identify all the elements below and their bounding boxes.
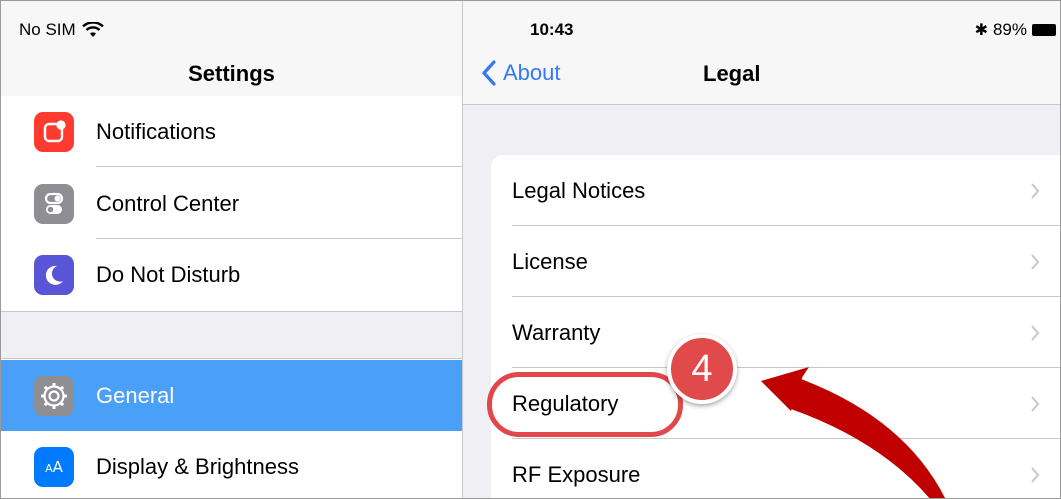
sidebar-item-display-brightness[interactable]: AA Display & Brightness bbox=[1, 431, 462, 498]
sidebar-item-label: Display & Brightness bbox=[96, 453, 299, 479]
gear-icon bbox=[34, 375, 74, 416]
legal-list: Legal Notices License Warranty Regulator… bbox=[491, 155, 1060, 498]
list-item-label: Legal Notices bbox=[512, 177, 646, 203]
chevron-right-icon bbox=[1031, 324, 1040, 341]
list-item-label: License bbox=[512, 248, 588, 274]
notifications-icon bbox=[34, 111, 74, 152]
status-time: 10:43 bbox=[530, 20, 574, 39]
row-divider bbox=[96, 166, 462, 167]
page-title: Legal bbox=[703, 61, 761, 86]
moon-icon bbox=[34, 254, 74, 295]
carrier-label: No SIM bbox=[19, 20, 76, 39]
wifi-icon bbox=[81, 22, 104, 37]
sidebar-item-label: General bbox=[96, 382, 175, 408]
sidebar-header: No SIM Settings bbox=[1, 1, 462, 105]
settings-sidebar: No SIM Settings Notifications Control Ce… bbox=[1, 1, 463, 498]
sidebar-item-label: Notifications bbox=[96, 118, 216, 144]
screenshot-frame: No SIM Settings Notifications Control Ce… bbox=[0, 0, 1061, 499]
detail-header: 10:43 ✱ 89% About Legal bbox=[463, 1, 1060, 105]
chevron-left-icon bbox=[482, 60, 496, 86]
sidebar-title: Settings bbox=[188, 61, 275, 86]
chevron-right-icon bbox=[1031, 253, 1040, 270]
display-icon: AA bbox=[34, 446, 74, 487]
regulatory-highlight-outline bbox=[487, 372, 683, 437]
chevron-right-icon bbox=[1031, 466, 1040, 483]
list-item-label: RF Exposure bbox=[512, 461, 641, 487]
battery-percent: 89% bbox=[992, 20, 1027, 39]
sidebar-item-general[interactable]: General bbox=[1, 360, 462, 431]
bluetooth-icon: ✱ bbox=[974, 22, 988, 39]
sidebar-item-control-center[interactable]: Control Center bbox=[1, 168, 462, 239]
sidebar-item-label: Do Not Disturb bbox=[96, 261, 241, 287]
sidebar-item-do-not-disturb[interactable]: Do Not Disturb bbox=[1, 239, 462, 310]
control-center-icon bbox=[34, 183, 74, 224]
back-button[interactable]: About bbox=[481, 60, 561, 86]
list-item-warranty[interactable]: Warranty bbox=[491, 297, 1060, 368]
chevron-right-icon bbox=[1031, 182, 1040, 199]
sidebar-item-notifications[interactable]: Notifications bbox=[1, 96, 462, 167]
step-number-badge: 4 bbox=[667, 334, 737, 404]
section-gap bbox=[1, 311, 462, 359]
carrier-status: No SIM bbox=[19, 20, 104, 40]
sidebar-item-label: Control Center bbox=[96, 190, 240, 216]
list-item-legal-notices[interactable]: Legal Notices bbox=[491, 155, 1060, 226]
back-button-label: About bbox=[503, 60, 561, 85]
list-item-label: Warranty bbox=[512, 319, 601, 345]
battery-icon bbox=[1032, 24, 1056, 36]
battery-status: ✱ 89% bbox=[975, 20, 1056, 40]
chevron-right-icon bbox=[1031, 395, 1040, 412]
list-item-license[interactable]: License bbox=[491, 226, 1060, 297]
list-item-rf-exposure[interactable]: RF Exposure bbox=[491, 439, 1060, 498]
